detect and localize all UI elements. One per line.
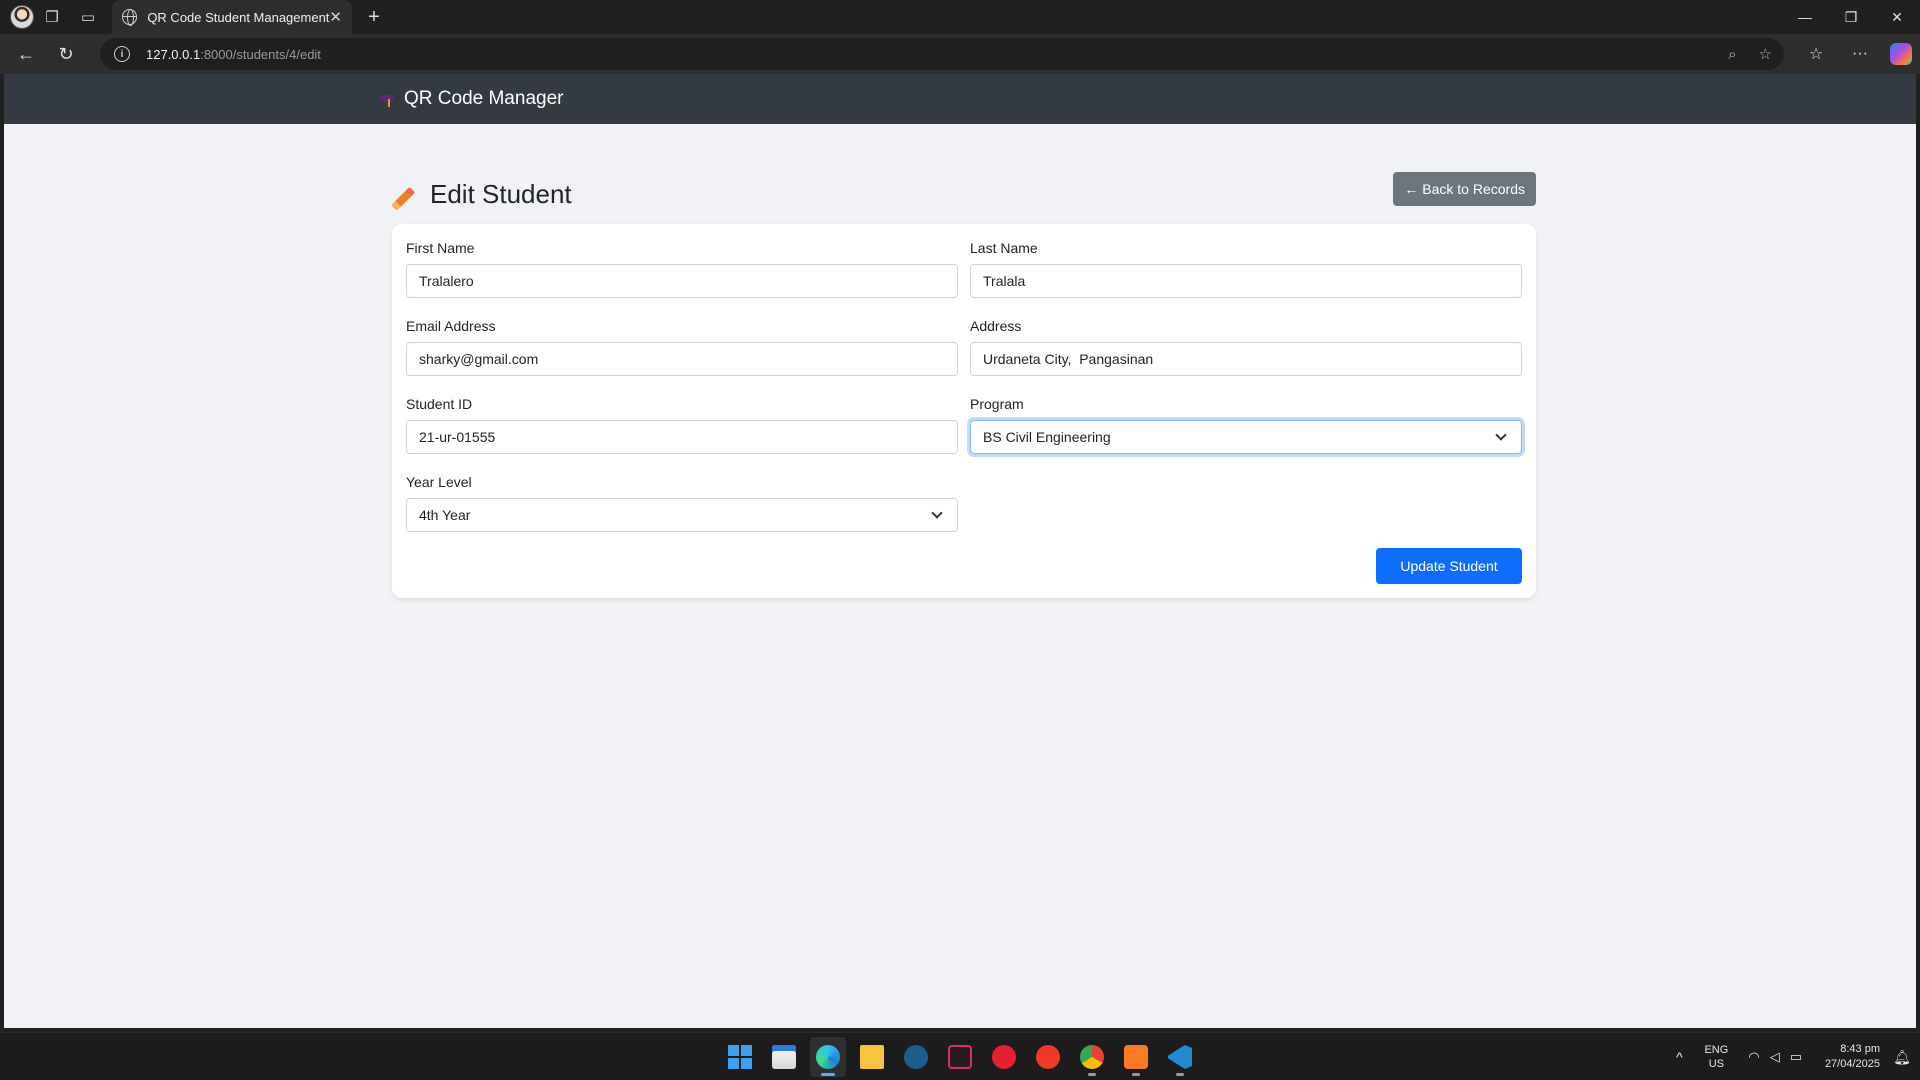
windows-logo-icon	[728, 1045, 752, 1069]
first-name-label: First Name	[406, 240, 475, 256]
first-name-group: First Name Tralalero	[406, 238, 958, 298]
address-bar[interactable]: i 127.0.0.1:8000/students/4/edit ⌕ ☆	[100, 38, 1784, 70]
more-options-icon[interactable]: ···	[1840, 36, 1880, 72]
wps-icon	[1036, 1045, 1060, 1069]
pencil-icon	[392, 180, 420, 208]
email-group: Email Address sharky@gmail.com	[406, 316, 958, 376]
clock-time: 8:43 pm	[1840, 1043, 1880, 1055]
lang-bottom: US	[1708, 1058, 1724, 1070]
taskbar-wps[interactable]	[1030, 1037, 1066, 1077]
tab-title: QR Code Student Management	[147, 9, 330, 25]
back-to-records-button[interactable]: ← Back to Records	[1393, 172, 1536, 206]
globe-icon	[122, 9, 138, 26]
folder-icon	[860, 1045, 884, 1069]
brand-text: QR Code Manager	[404, 88, 564, 109]
new-tab-button[interactable]: +	[356, 0, 392, 34]
close-window-button[interactable]: ✕	[1874, 0, 1920, 34]
address-label: Address	[970, 318, 1022, 334]
page-viewport: QR Code Manager Edit Student ← Back to R…	[4, 74, 1916, 1028]
last-name-label: Last Name	[970, 240, 1038, 256]
tab-close-icon[interactable]: ✕	[329, 8, 342, 26]
taskbar-anydesk[interactable]	[986, 1037, 1022, 1077]
store-icon	[772, 1045, 796, 1069]
taskbar-xampp[interactable]	[1118, 1037, 1154, 1077]
browser-titlebar: ❐ ▭ QR Code Student Management ✕ + — ❐ ✕	[0, 0, 1920, 34]
copilot-icon[interactable]	[1890, 43, 1912, 65]
email-input[interactable]: sharky@gmail.com	[406, 342, 958, 376]
last-name-input[interactable]: Tralala	[970, 264, 1522, 298]
page-header: Edit Student ← Back to Records	[392, 172, 1536, 216]
taskbar-store[interactable]	[766, 1037, 802, 1077]
program-label: Program	[970, 396, 1024, 412]
lang-top: ENG	[1704, 1044, 1729, 1056]
browser-toolbar: ← ↻ i 127.0.0.1:8000/students/4/edit ⌕ ☆…	[0, 34, 1920, 74]
clock[interactable]: 8:43 pm 27/04/2025	[1812, 1042, 1884, 1072]
chevron-down-icon	[1495, 429, 1507, 441]
program-select[interactable]: BS Civil Engineering	[970, 420, 1522, 454]
restore-button[interactable]: ❐	[1828, 0, 1874, 34]
profile-avatar[interactable]	[10, 5, 34, 29]
update-student-button[interactable]: Update Student	[1376, 548, 1522, 584]
notification-bell-icon[interactable]: 🔔︎	[1884, 1049, 1920, 1066]
program-value: BS Civil Engineering	[983, 429, 1111, 445]
taskbar: ^ ENG US ◠ ◁ ▭ 8:43 pm 27/04/2025 🔔︎	[0, 1032, 1920, 1080]
address-input[interactable]: Urdaneta City, Pangasinan	[970, 342, 1522, 376]
wifi-icon: ◠	[1748, 1049, 1760, 1064]
steam-icon	[904, 1045, 928, 1069]
year-level-group: Year Level 4th Year	[406, 472, 958, 532]
battery-icon: ▭	[1789, 1049, 1802, 1064]
favorites-icon[interactable]: ☆	[1796, 36, 1836, 72]
program-group: Program BS Civil Engineering	[970, 394, 1522, 454]
edit-student-form: First Name Tralalero Last Name Tralala E…	[392, 224, 1536, 598]
address-group: Address Urdaneta City, Pangasinan	[970, 316, 1522, 376]
year-level-label: Year Level	[406, 474, 472, 490]
input-language[interactable]: ENG US	[1694, 1043, 1738, 1071]
page-title: Edit Student	[392, 172, 572, 216]
taskbar-edge[interactable]	[810, 1037, 846, 1077]
last-name-group: Last Name Tralala	[970, 238, 1522, 298]
vivaldi-icon	[948, 1045, 972, 1069]
minimize-button[interactable]: —	[1782, 0, 1828, 34]
url-text[interactable]: 127.0.0.1:8000/students/4/edit	[146, 47, 321, 62]
brand-link[interactable]: QR Code Manager	[380, 74, 563, 124]
year-level-value: 4th Year	[419, 507, 471, 523]
app-navbar: QR Code Manager	[4, 74, 1916, 124]
chrome-icon	[1080, 1045, 1104, 1069]
taskbar-vscode[interactable]	[1162, 1037, 1198, 1077]
student-id-group: Student ID 21-ur-01555	[406, 394, 958, 454]
taskbar-chrome[interactable]	[1074, 1037, 1110, 1077]
anydesk-icon	[992, 1045, 1016, 1069]
vscode-icon	[1168, 1045, 1192, 1069]
graduation-cap-icon	[380, 91, 396, 107]
browser-tab[interactable]: QR Code Student Management ✕	[112, 0, 352, 34]
student-id-input[interactable]: 21-ur-01555	[406, 420, 958, 454]
taskbar-file-explorer[interactable]	[854, 1037, 890, 1077]
volume-icon: ◁	[1769, 1049, 1780, 1064]
show-hidden-icons-icon[interactable]: ^	[1664, 1049, 1694, 1065]
page-title-text: Edit Student	[430, 178, 572, 209]
edge-icon	[816, 1045, 840, 1069]
system-icons[interactable]: ◠ ◁ ▭	[1738, 1049, 1812, 1065]
chevron-down-icon	[931, 507, 943, 519]
refresh-icon[interactable]: ↻	[46, 36, 86, 72]
site-info-icon[interactable]: i	[114, 46, 130, 62]
workspaces-icon[interactable]: ❐	[34, 0, 70, 34]
student-id-label: Student ID	[406, 396, 473, 412]
zoom-icon[interactable]: ⌕	[1728, 46, 1736, 63]
year-level-select[interactable]: 4th Year	[406, 498, 958, 532]
clock-date: 27/04/2025	[1824, 1058, 1880, 1070]
tab-actions-icon[interactable]: ▭	[70, 0, 106, 34]
favorite-star-icon[interactable]: ☆	[1759, 45, 1772, 63]
taskbar-vivaldi[interactable]	[942, 1037, 978, 1077]
first-name-input[interactable]: Tralalero	[406, 264, 958, 298]
xampp-icon	[1124, 1045, 1148, 1069]
start-button[interactable]	[722, 1037, 758, 1077]
back-icon[interactable]: ←	[6, 36, 46, 72]
email-label: Email Address	[406, 318, 496, 334]
taskbar-steam[interactable]	[898, 1037, 934, 1077]
